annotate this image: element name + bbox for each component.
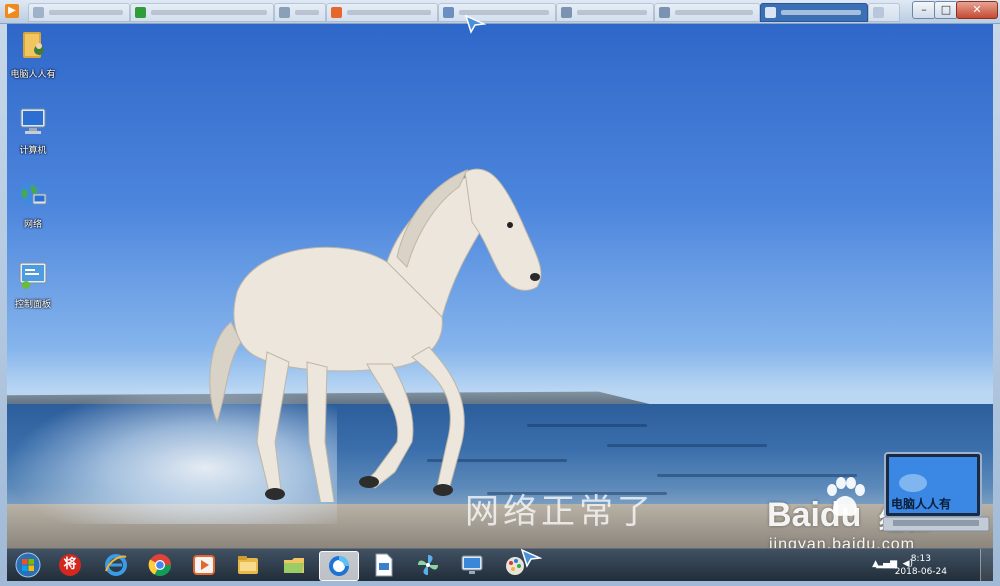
desktop-wallpaper[interactable]: 电脑人人有 计算机 网络 控制面板 网络正常了 Baidu jingyan.ba…	[7, 24, 993, 548]
horse-image	[209, 168, 542, 502]
media-player-icon	[193, 555, 215, 575]
control-panel-icon	[19, 262, 47, 289]
tab-active[interactable]	[760, 3, 868, 22]
taskbar-chrome[interactable]	[141, 551, 179, 579]
jiang-app-icon: 将	[59, 554, 81, 576]
minimize-button[interactable]: –	[912, 1, 936, 19]
desktop-icon-label: 电脑人人有	[10, 70, 56, 80]
taskbar-explorer[interactable]	[229, 551, 267, 579]
taskbar-browser-active[interactable]	[319, 551, 359, 581]
network-icon	[19, 183, 47, 205]
taskbar-ie[interactable]	[97, 551, 135, 579]
remote-desktop-icon	[461, 555, 483, 574]
taskbar-settings[interactable]	[409, 551, 447, 579]
folder-icon	[284, 558, 304, 573]
desktop-icon-label: 计算机	[19, 146, 47, 156]
chrome-icon	[148, 554, 171, 576]
taskbar-clock[interactable]: 8:13 2018-06-24	[895, 553, 947, 579]
watermark-caption: 网络正常了	[465, 492, 655, 532]
tab-new[interactable]	[868, 3, 900, 22]
tab-2[interactable]	[130, 3, 274, 22]
taskbar-folder[interactable]	[275, 551, 313, 579]
desktop-icon-control-panel[interactable]: 控制面板	[7, 260, 61, 310]
laptop-text: 电脑人人有	[891, 497, 952, 511]
desktop-icon-computer[interactable]: 计算机	[7, 106, 61, 156]
browser-icon	[329, 556, 349, 576]
tab-4[interactable]	[326, 3, 438, 22]
show-desktop-button[interactable]	[980, 549, 993, 581]
document-icon	[375, 553, 393, 577]
taskbar: 将 ▲ ▂▄▆ ◀) 8:13 2018-06-24	[7, 548, 993, 581]
folder-user-icon	[23, 32, 44, 58]
mouse-cursor-icon	[464, 14, 486, 34]
taskbar-app-1[interactable]: 将	[51, 551, 89, 579]
desktop-icon-user-folder[interactable]: 电脑人人有	[7, 30, 61, 80]
remote-window-frame: ▶ – □ ✕ 电脑人人有 计算机 网络 控制面板 网络正常了 Baidu ji…	[0, 0, 1000, 586]
baidu-paw-icon	[827, 477, 865, 516]
computer-icon	[20, 108, 46, 134]
tab-3[interactable]	[274, 3, 326, 22]
app-logo-icon[interactable]: ▶	[5, 4, 19, 18]
taskbar-remote[interactable]	[453, 551, 491, 579]
browser-tab-strip: ▶ – □ ✕	[0, 0, 1000, 24]
taskbar-document[interactable]	[365, 551, 403, 579]
maximize-button[interactable]: □	[934, 1, 958, 19]
mouse-cursor-icon	[520, 548, 542, 568]
desktop-icon-label: 控制面板	[14, 300, 51, 310]
desktop-icon-label: 网络	[23, 220, 42, 230]
desktop-icon-network[interactable]: 网络	[7, 180, 61, 230]
clock-date: 2018-06-24	[894, 567, 947, 577]
tab-7[interactable]	[654, 3, 760, 22]
windows-orb-icon	[15, 552, 41, 578]
tab-1[interactable]	[28, 3, 130, 22]
pinwheel-icon	[418, 555, 438, 575]
close-button[interactable]: ✕	[956, 1, 998, 19]
internet-explorer-icon	[105, 554, 127, 576]
laptop-logo: 电脑人人有	[882, 451, 993, 547]
file-explorer-icon	[238, 556, 258, 574]
tab-6[interactable]	[556, 3, 654, 22]
tab-5[interactable]	[438, 3, 556, 22]
start-button[interactable]	[9, 551, 47, 579]
clock-time: 8:13	[910, 554, 931, 564]
taskbar-media[interactable]	[185, 551, 223, 579]
